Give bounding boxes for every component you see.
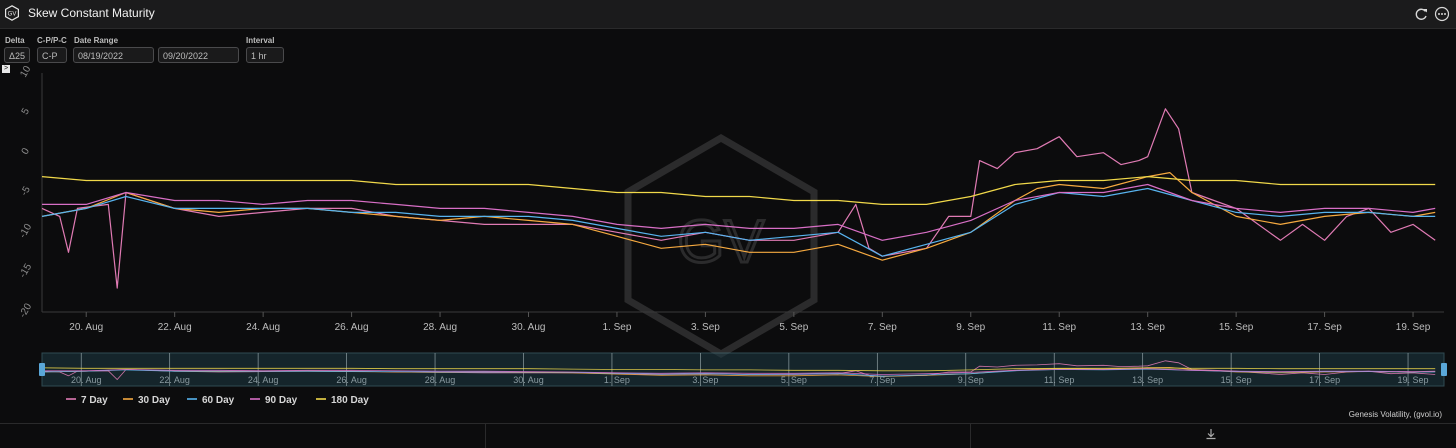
- y-tick-label: 0: [20, 146, 33, 157]
- footer-bar: [0, 423, 1456, 448]
- navigator-tick-label: 19. Sep: [1398, 375, 1429, 385]
- navigator-handle[interactable]: [1441, 363, 1447, 376]
- navigator-tick-label: 7. Sep: [869, 375, 895, 385]
- chart-legend: 7 Day 30 Day 60 Day 90 Day 180 Day: [66, 395, 369, 406]
- y-tick-label: -10: [17, 222, 34, 240]
- navigator-tick-label: 26. Aug: [336, 375, 367, 385]
- navigator-tick-label: 9. Sep: [958, 375, 984, 385]
- legend-item-30-day[interactable]: 30 Day: [123, 395, 171, 406]
- navigator-tick-label: 17. Sep: [1309, 375, 1340, 385]
- y-axis: 10 5 0 -5 -10 -15 -20: [17, 64, 43, 320]
- legend-label: 7 Day: [81, 395, 108, 406]
- legend-item-7-day[interactable]: 7 Day: [66, 395, 108, 406]
- legend-label: 90 Day: [265, 395, 298, 406]
- series-line-180-day: [41, 176, 1436, 205]
- y-tick-label: 10: [18, 64, 33, 80]
- skew-chart: GV 10 5 0 -5 -10 -15 -20 20. Aug 22. Aug 24. Aug…: [17, 64, 1447, 406]
- chart-credit: Genesis Volatility, (gvol.io): [1348, 410, 1442, 419]
- navigator-tick-label: 22. Aug: [159, 375, 190, 385]
- x-tick-label: 15. Sep: [1219, 322, 1254, 333]
- x-tick-label: 20. Aug: [69, 322, 103, 333]
- svg-text:GV: GV: [678, 208, 765, 275]
- navigator-tick-label: 5. Sep: [781, 375, 807, 385]
- x-tick-label: 24. Aug: [246, 322, 280, 333]
- legend-item-180-day[interactable]: 180 Day: [316, 395, 369, 406]
- x-tick-label: 1. Sep: [602, 322, 631, 333]
- legend-item-60-day[interactable]: 60 Day: [187, 395, 235, 406]
- navigator-handle[interactable]: [39, 363, 45, 376]
- x-tick-label: 17. Sep: [1307, 322, 1342, 333]
- x-tick-label: 22. Aug: [158, 322, 192, 333]
- x-tick-label: 3. Sep: [691, 322, 720, 333]
- x-tick-label: 9. Sep: [956, 322, 985, 333]
- x-tick-label: 19. Sep: [1396, 322, 1431, 333]
- navigator-tick-label: 1. Sep: [604, 375, 630, 385]
- legend-label: 30 Day: [138, 395, 171, 406]
- y-tick-label: -20: [17, 301, 34, 319]
- navigator-tick-label: 20. Aug: [71, 375, 102, 385]
- x-tick-label: 13. Sep: [1130, 322, 1165, 333]
- navigator-scrollbar[interactable]: 20. Aug 22. Aug 24. Aug 26. Aug 28. Aug 30. A…: [39, 352, 1447, 387]
- x-tick-label: 5. Sep: [779, 322, 808, 333]
- navigator-tick-label: 3. Sep: [692, 375, 718, 385]
- x-tick-label: 26. Aug: [335, 322, 369, 333]
- y-tick-label: 5: [20, 106, 33, 117]
- navigator-tick-label: 30. Aug: [513, 375, 544, 385]
- legend-label: 180 Day: [331, 395, 369, 406]
- navigator-tick-label: 24. Aug: [248, 375, 279, 385]
- download-icon[interactable]: [1205, 428, 1217, 440]
- legend-label: 60 Day: [202, 395, 235, 406]
- legend-item-90-day[interactable]: 90 Day: [250, 395, 298, 406]
- x-tick-label: 7. Sep: [868, 322, 897, 333]
- x-tick-label: 11. Sep: [1042, 322, 1076, 333]
- y-tick-label: -15: [17, 262, 34, 280]
- x-tick-label: 30. Aug: [512, 322, 546, 333]
- navigator-tick-label: 11. Sep: [1044, 375, 1074, 385]
- navigator-tick-label: 15. Sep: [1221, 375, 1252, 385]
- navigator-tick-label: 13. Sep: [1132, 375, 1163, 385]
- x-tick-label: 28. Aug: [423, 322, 457, 333]
- x-axis: 20. Aug 22. Aug 24. Aug 26. Aug 28. Aug 30. A…: [42, 311, 1444, 333]
- navigator-tick-label: 28. Aug: [425, 375, 456, 385]
- y-tick-label: -5: [19, 184, 33, 198]
